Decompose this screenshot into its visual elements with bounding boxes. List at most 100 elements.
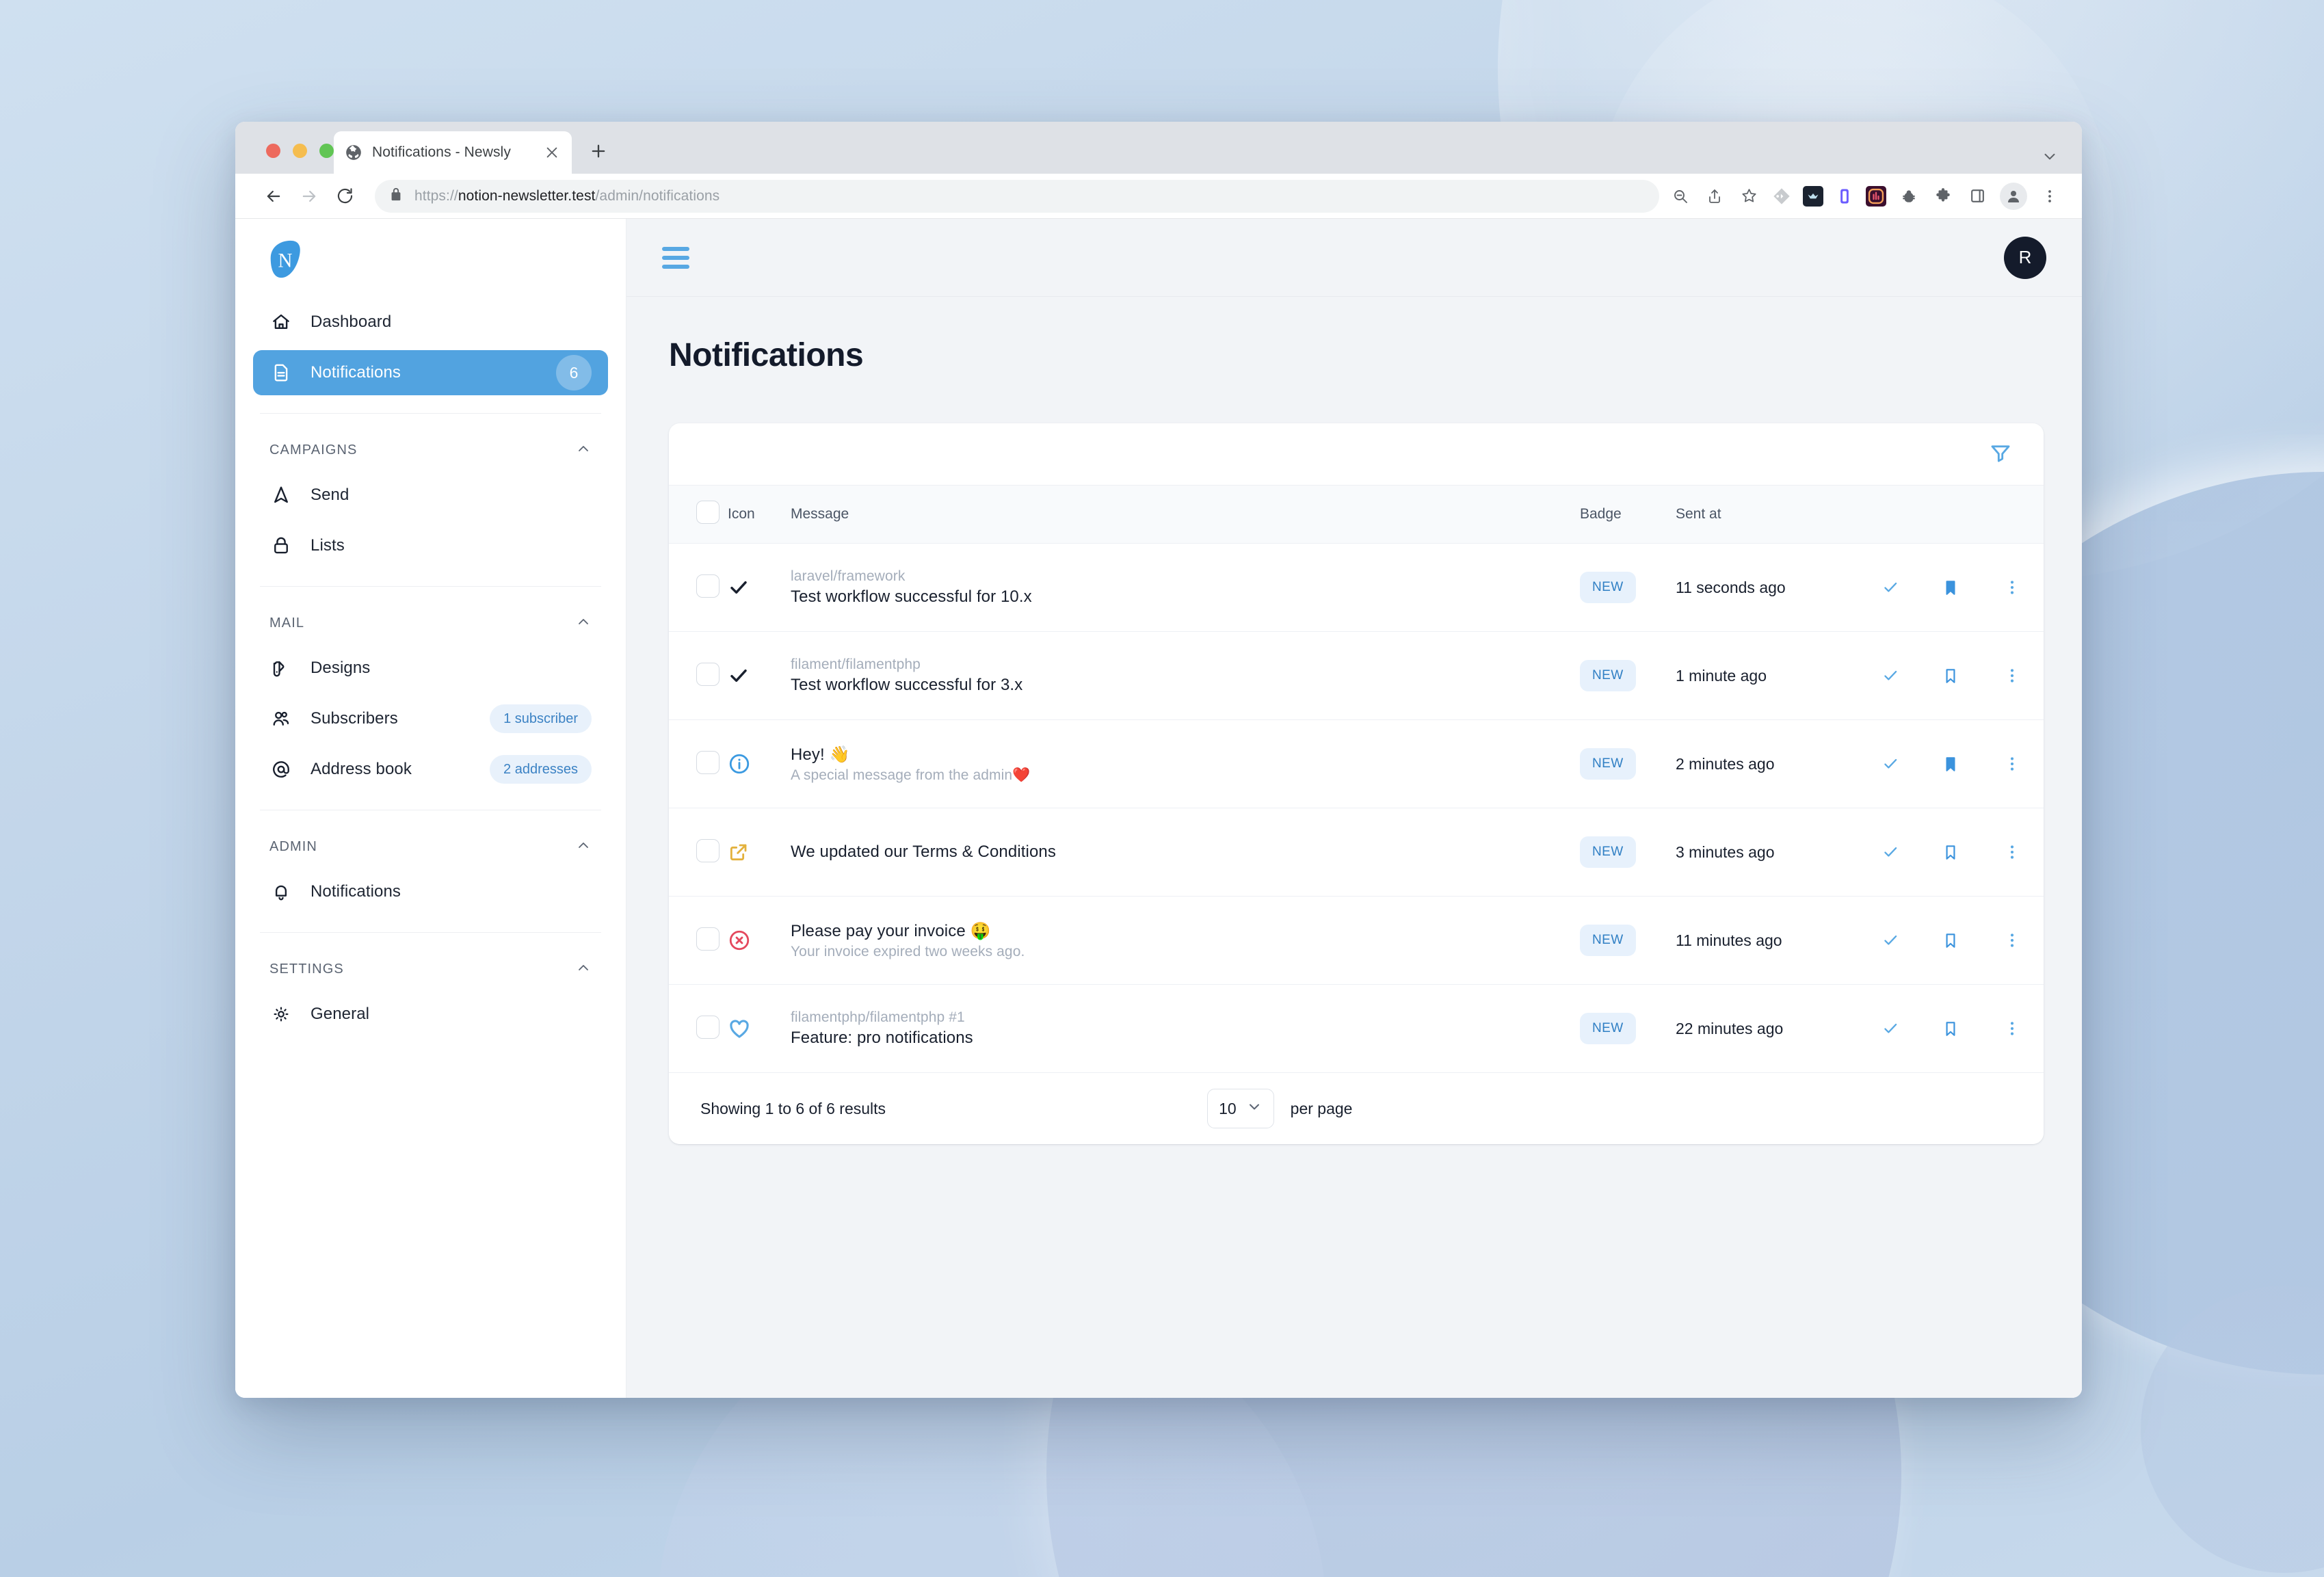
- extension-dark-icon[interactable]: [1803, 185, 1823, 207]
- message-title: Test workflow successful for 3.x: [791, 676, 1023, 694]
- select-all-header: [669, 485, 728, 544]
- bookmark-star-icon[interactable]: [1737, 185, 1760, 208]
- sidebar-group-campaigns-header[interactable]: CAMPAIGNS: [253, 432, 608, 468]
- bookmark-icon[interactable]: [1920, 1020, 1981, 1037]
- mark-read-button[interactable]: [1860, 931, 1920, 949]
- side-panel-icon[interactable]: [1966, 185, 1989, 208]
- chevron-up-icon[interactable]: [575, 440, 592, 460]
- sidebar-item-designs[interactable]: Designs: [253, 646, 608, 691]
- share-icon[interactable]: [1703, 185, 1726, 208]
- brand-header[interactable]: N: [235, 219, 626, 300]
- row-checkbox[interactable]: [696, 750, 719, 774]
- extension-diamond-icon[interactable]: [1771, 186, 1792, 207]
- column-header-badge: Badge: [1580, 485, 1676, 544]
- profile-avatar-icon[interactable]: [2000, 182, 2027, 210]
- close-icon[interactable]: [543, 144, 561, 161]
- browser-tab[interactable]: Notifications - Newsly: [334, 131, 572, 174]
- reload-icon[interactable]: [327, 178, 362, 214]
- sidebar-item-label: Notifications: [311, 882, 401, 901]
- maximize-window-button[interactable]: [319, 144, 334, 158]
- window-controls[interactable]: [266, 144, 334, 158]
- message-description: Your invoice expired two weeks ago.: [791, 943, 1025, 959]
- message-title: Please pay your invoice 🤑: [791, 921, 991, 940]
- arrow-right-icon[interactable]: [291, 178, 327, 214]
- sidebar-item-admin-notifications[interactable]: Notifications: [253, 869, 608, 914]
- sidebar-group-mail-header[interactable]: MAIL: [253, 605, 608, 641]
- table-row[interactable]: Please pay your invoice 🤑 Your invoice e…: [669, 896, 2044, 985]
- sidebar-item-label: Address book: [311, 760, 412, 778]
- mark-read-button[interactable]: [1860, 755, 1920, 773]
- table-row[interactable]: filamentphp/filamentphp #1 Feature: pro …: [669, 984, 2044, 1073]
- bookmark-icon[interactable]: [1920, 755, 1981, 773]
- per-page-select[interactable]: 10: [1207, 1089, 1274, 1128]
- table-row[interactable]: filament/filamentphp Test workflow succe…: [669, 631, 2044, 720]
- bookmark-icon[interactable]: [1920, 843, 1981, 861]
- sidebar-group-title: CAMPAIGNS: [269, 442, 358, 458]
- sidebar-item-dashboard[interactable]: Dashboard: [253, 300, 608, 345]
- avatar[interactable]: R: [2004, 236, 2046, 279]
- browser-tab-title: Notifications - Newsly: [372, 144, 511, 160]
- sidebar-group-title: MAIL: [269, 615, 305, 631]
- row-checkbox[interactable]: [696, 574, 719, 598]
- main-content: R Notifications Icon Message Badge Sent …: [626, 219, 2082, 1398]
- select-all-checkbox[interactable]: [696, 501, 719, 524]
- kebab-menu-icon[interactable]: [1981, 931, 2044, 949]
- table-row[interactable]: Hey! 👋 A special message from the admin❤…: [669, 719, 2044, 808]
- sent-at-value: 11 seconds ago: [1676, 578, 1786, 596]
- row-checkbox[interactable]: [696, 1015, 719, 1039]
- row-checkbox[interactable]: [696, 838, 719, 862]
- kebab-menu-icon[interactable]: [1981, 579, 2044, 596]
- mark-read-button[interactable]: [1860, 1020, 1920, 1037]
- sidebar-item-address-book[interactable]: Address book 2 addresses: [253, 747, 608, 792]
- sidebar-group-title: SETTINGS: [269, 961, 344, 977]
- bookmark-icon[interactable]: [1920, 579, 1981, 596]
- message-title: Hey! 👋: [791, 745, 850, 764]
- kebab-menu-icon[interactable]: [1981, 1020, 2044, 1037]
- table-row[interactable]: We updated our Terms & Conditions NEW 3 …: [669, 808, 2044, 897]
- mark-read-button[interactable]: [1860, 843, 1920, 861]
- kebab-menu-icon[interactable]: [2038, 185, 2061, 208]
- sidebar-item-send[interactable]: Send: [253, 473, 608, 518]
- results-summary: Showing 1 to 6 of 6 results: [700, 1099, 886, 1117]
- kebab-menu-icon[interactable]: [1981, 843, 2044, 861]
- kebab-menu-icon[interactable]: [1981, 667, 2044, 685]
- chevron-up-icon[interactable]: [575, 837, 592, 857]
- sidebar-item-subscribers[interactable]: Subscribers 1 subscriber: [253, 696, 608, 741]
- close-window-button[interactable]: [266, 144, 280, 158]
- sidebar-item-notifications[interactable]: Notifications 6: [253, 350, 608, 395]
- zoom-out-icon[interactable]: [1669, 185, 1692, 208]
- chevron-up-icon[interactable]: [575, 613, 592, 633]
- bell-icon: [269, 880, 293, 903]
- address-bar[interactable]: https://notion-newsletter.test/admin/not…: [375, 179, 1659, 213]
- new-tab-button[interactable]: [587, 140, 610, 163]
- status-badge: NEW: [1580, 572, 1636, 603]
- kebab-menu-icon[interactable]: [1981, 755, 2044, 773]
- message-cell: Please pay your invoice 🤑 Your invoice e…: [791, 903, 1580, 978]
- column-header-message: Message: [791, 485, 1580, 544]
- bookmark-icon[interactable]: [1920, 667, 1981, 685]
- message-title: We updated our Terms & Conditions: [791, 843, 1056, 861]
- sidebar-group-admin-header[interactable]: ADMIN: [253, 828, 608, 865]
- row-checkbox[interactable]: [696, 927, 719, 951]
- mark-read-button[interactable]: [1860, 579, 1920, 596]
- extensions-puzzle-icon[interactable]: [1931, 185, 1955, 208]
- arrow-left-icon[interactable]: [256, 178, 291, 214]
- extension-purple-icon[interactable]: [1834, 186, 1855, 207]
- sidebar-group-settings-header[interactable]: SETTINGS: [253, 951, 608, 988]
- sidebar-item-label: Designs: [311, 659, 371, 677]
- table-row[interactable]: laravel/framework Test workflow successf…: [669, 543, 2044, 632]
- sidebar-item-general[interactable]: General: [253, 992, 608, 1037]
- at-sign-icon: [269, 758, 293, 781]
- chevron-up-icon[interactable]: [575, 959, 592, 979]
- hamburger-icon[interactable]: [662, 246, 689, 269]
- minimize-window-button[interactable]: [293, 144, 307, 158]
- filter-funnel-icon[interactable]: [1989, 441, 2012, 468]
- extension-magenta-icon[interactable]: [1866, 185, 1886, 207]
- chevron-down-icon[interactable]: [2041, 148, 2059, 169]
- extension-bug-icon[interactable]: [1897, 185, 1920, 208]
- row-checkbox[interactable]: [696, 662, 719, 686]
- mark-read-button[interactable]: [1860, 667, 1920, 685]
- sidebar-item-lists[interactable]: Lists: [253, 523, 608, 568]
- message-title: Test workflow successful for 10.x: [791, 587, 1032, 606]
- bookmark-icon[interactable]: [1920, 931, 1981, 949]
